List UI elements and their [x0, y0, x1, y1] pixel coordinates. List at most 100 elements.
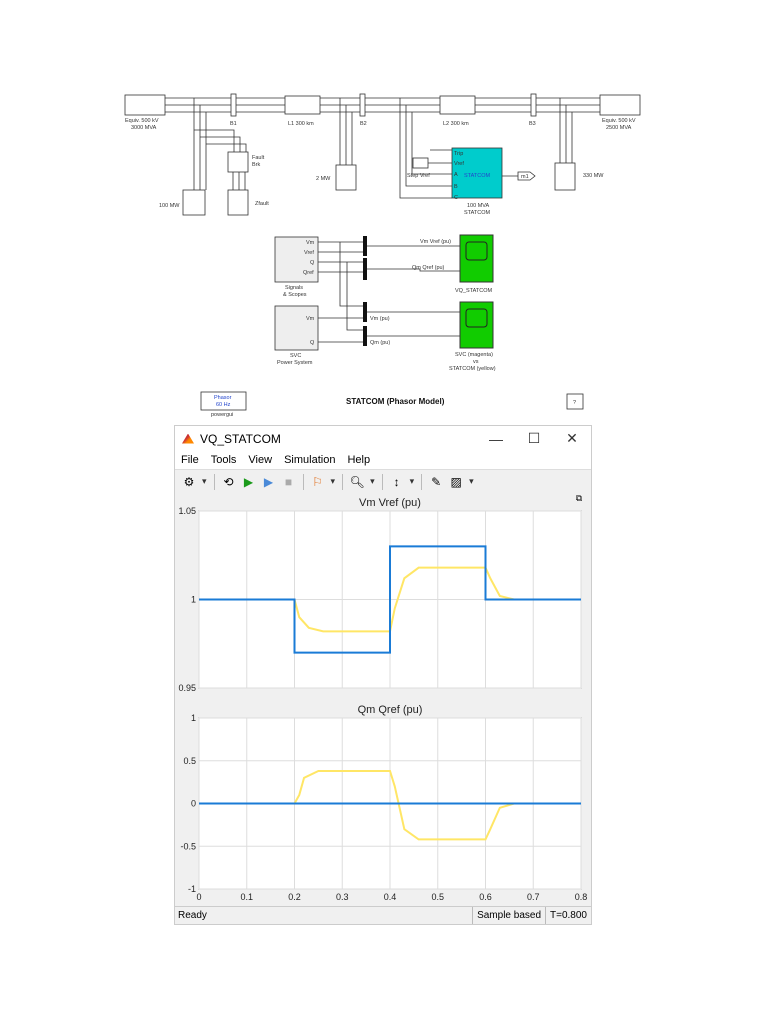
label: A	[454, 172, 458, 178]
load-100mw-block	[182, 189, 206, 216]
menu-bar: File Tools View Simulation Help	[175, 451, 591, 469]
y-tick-label: -1	[188, 884, 196, 894]
label: Equiv. 500 kV	[125, 118, 159, 124]
label: 3000 MVA	[131, 125, 157, 131]
menu-help[interactable]: Help	[347, 454, 370, 466]
zoom-in-icon[interactable]: 🔍︎	[349, 474, 365, 490]
y-tick-label: 0.95	[178, 683, 196, 693]
y-tick-label: 1	[191, 595, 196, 605]
zfault-block	[227, 189, 249, 216]
label: L1 300 km	[288, 121, 314, 127]
label: STATCOM	[464, 210, 490, 216]
bus-b1	[230, 93, 237, 117]
y-tick-label: 1.05	[178, 506, 196, 516]
label: 2 MW	[316, 176, 331, 182]
label: vs	[473, 359, 479, 365]
line-l2	[439, 95, 476, 115]
load-2mw-block	[335, 164, 357, 191]
autoscale-icon[interactable]: ↕	[389, 474, 405, 490]
label: m1	[521, 174, 529, 180]
label: Step Vref	[407, 173, 430, 179]
step-vref-block	[412, 157, 429, 169]
label: Vm (pu)	[370, 316, 390, 322]
menu-view[interactable]: View	[248, 454, 272, 466]
window-title: VQ_STATCOM	[200, 431, 281, 446]
menu-simulation[interactable]: Simulation	[284, 454, 335, 466]
y-tick-label: -0.5	[180, 841, 196, 851]
source-right-block	[599, 94, 641, 116]
status-ready: Ready	[178, 910, 207, 921]
label: Vref	[454, 161, 464, 167]
label: Vm	[306, 316, 315, 322]
step-back-icon[interactable]: ⟲	[221, 474, 237, 490]
stop-icon[interactable]: ■	[281, 474, 297, 490]
label: B2	[360, 121, 367, 127]
y-tick-label: 0.5	[183, 756, 196, 766]
model-title: STATCOM (Phasor Model)	[346, 397, 445, 406]
label: Fault	[252, 155, 265, 161]
label: B	[454, 184, 458, 190]
x-tick-label: 0.6	[479, 892, 492, 902]
x-tick-label: 0.2	[288, 892, 301, 902]
label: SVC (magenta)	[455, 352, 493, 358]
label: Q	[310, 260, 315, 266]
help-label[interactable]: ?	[573, 400, 576, 406]
signal-select-icon[interactable]: ⚐	[310, 474, 326, 490]
label: Signals	[285, 285, 303, 291]
plot-title: Vm Vref (pu)	[359, 497, 421, 509]
label: Qref	[303, 270, 314, 276]
triggers-icon[interactable]: ✎	[428, 474, 444, 490]
x-tick-label: 0.1	[240, 892, 253, 902]
mux	[363, 258, 367, 280]
label: Brk	[252, 162, 261, 168]
mux	[363, 326, 367, 346]
label: & Scopes	[283, 292, 307, 298]
label: SVC	[290, 353, 301, 359]
toolbar: ⚙ ▾ ⟲ ▶ ▶ ■ ⚐ ▾ 🔍︎ ▾ ↕ ▾ ✎ ▨ ▾	[175, 469, 591, 494]
label: STATCOM	[464, 173, 490, 179]
scope-window: VQ_STATCOM — ☐ ✕ File Tools View Simulat…	[174, 425, 592, 925]
simulink-diagram: Equiv. 500 kV 3000 MVA Equiv. 500 kV 250…	[124, 93, 641, 418]
label: 60 Hz	[216, 402, 231, 408]
edit-style-icon[interactable]: ▨	[448, 474, 464, 490]
undock-icon[interactable]: ⧉	[576, 493, 583, 503]
bus-b3	[530, 93, 537, 117]
label: C	[454, 195, 458, 201]
settings-gear-icon[interactable]: ⚙	[181, 474, 197, 490]
title-bar: VQ_STATCOM — ☐ ✕	[175, 426, 591, 451]
fault-breaker-block	[227, 151, 249, 173]
status-time: T=0.800	[545, 907, 591, 924]
label: Vref	[304, 250, 314, 256]
label: B1	[230, 121, 237, 127]
source-left-block	[124, 94, 166, 116]
line-l1	[284, 95, 321, 115]
menu-tools[interactable]: Tools	[211, 454, 237, 466]
label: STATCOM (yellow)	[449, 366, 496, 372]
minimize-button[interactable]: —	[477, 431, 515, 447]
run-icon[interactable]: ▶	[241, 474, 257, 490]
label: Equiv. 500 kV	[602, 118, 636, 124]
label: 100 MW	[159, 203, 180, 209]
matlab-logo-icon	[182, 433, 194, 444]
x-tick-label: 0.3	[336, 892, 349, 902]
y-tick-label: 1	[191, 713, 196, 723]
label: Vm	[306, 240, 315, 246]
label: 330 MW	[583, 173, 604, 179]
x-tick-label: 0	[196, 892, 201, 902]
close-button[interactable]: ✕	[553, 430, 591, 447]
bus-b2	[359, 93, 366, 117]
x-tick-label: 0.7	[527, 892, 540, 902]
label: Vm Vref (pu)	[420, 239, 451, 245]
plots-area: ⧉ Vm Vref (pu) 0.95 1 1.05 Qm Qref (pu) 0 0.1 0.…	[175, 493, 591, 909]
x-tick-label: 0.4	[384, 892, 397, 902]
label: Qm Qref (pu)	[412, 265, 445, 271]
load-330mw-block	[554, 162, 576, 191]
label: Phasor	[214, 395, 232, 401]
menu-file[interactable]: File	[181, 454, 199, 466]
label: Zfault	[255, 201, 269, 207]
step-forward-icon[interactable]: ▶	[261, 474, 277, 490]
label: Trip	[454, 151, 463, 157]
maximize-button[interactable]: ☐	[515, 430, 553, 447]
mux	[363, 302, 367, 322]
label: B3	[529, 121, 536, 127]
